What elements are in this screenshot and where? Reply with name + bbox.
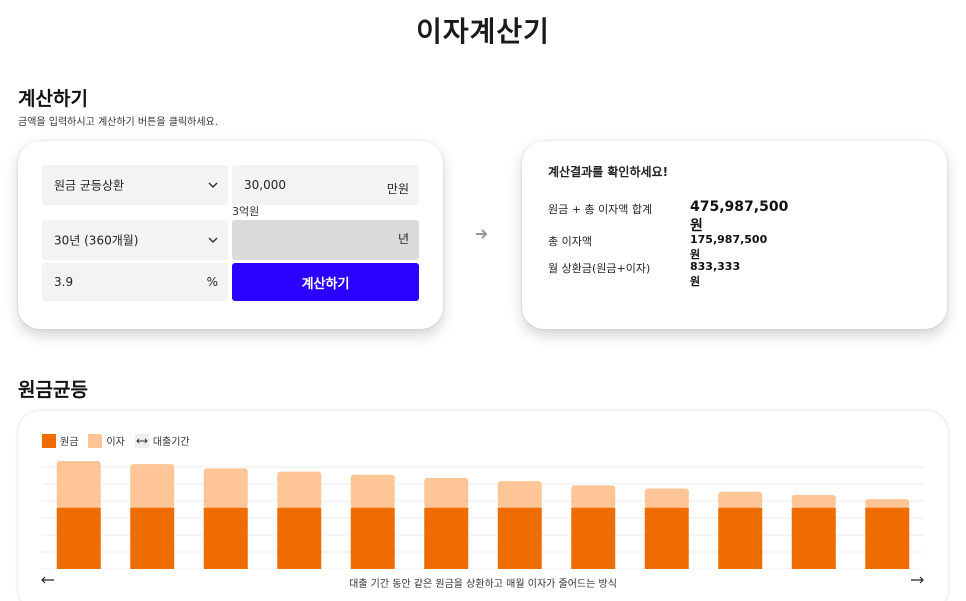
page-title: 이자계산기: [416, 15, 550, 48]
bar-principal: [350, 507, 395, 569]
result-label: 총 이자액: [548, 235, 592, 248]
result-value-interest: 175,987,500원: [690, 233, 768, 261]
arrow-right-icon: [911, 576, 924, 584]
bar-principal: [203, 507, 248, 569]
loan-amount-input[interactable]: 30,000 만원: [232, 165, 419, 205]
calculate-button[interactable]: 계산하기: [232, 263, 419, 301]
bar-principal: [571, 507, 616, 569]
bar-principal: [497, 507, 542, 569]
arrow-right-icon: [476, 229, 488, 239]
loan-period-years-field: 년: [232, 220, 419, 260]
repayment-method-value: 원금 균등상환: [54, 178, 125, 193]
interest-rate-value: 3.9: [54, 275, 74, 289]
bar-interest: [350, 474, 395, 508]
legend-period: 대출기간: [134, 433, 190, 448]
bar-interest: [791, 494, 836, 508]
bar-interest: [718, 491, 763, 508]
bar-interest: [424, 477, 469, 508]
legend-interest: 이자: [88, 433, 125, 448]
repayment-bar-chart: [42, 461, 924, 569]
bar-interest: [130, 464, 175, 508]
bar-interest: [56, 461, 101, 508]
bar-principal: [718, 507, 763, 569]
result-row-total: 원금 + 총 이자액 합계 475,987,500원: [548, 199, 788, 234]
bar-interest: [277, 471, 322, 508]
loan-amount-unit: 만원: [386, 182, 409, 196]
legend-label-interest: 이자: [106, 437, 125, 448]
bar-interest: [571, 485, 616, 508]
chart-caption: 대출 기간 동안 같은 원금을 상환하고 매월 이자가 줄어드는 방식: [349, 579, 617, 590]
repayment-method-select[interactable]: 원금 균등상환: [42, 165, 228, 205]
bar-interest: [203, 468, 248, 508]
interest-rate-unit: %: [206, 275, 218, 289]
legend-label-principal: 원금: [60, 437, 79, 448]
result-card: 계산결과를 확인하세요! 원금 + 총 이자액 합계 475,987,500원 …: [522, 141, 947, 329]
loan-period-value: 30년 (360개월): [54, 233, 139, 248]
chevron-down-icon: [208, 237, 218, 244]
bar-interest: [497, 481, 542, 508]
loan-period-select[interactable]: 30년 (360개월): [42, 220, 228, 260]
bar-principal: [277, 507, 322, 569]
chart-section-title: 원금균등: [18, 379, 88, 401]
bar-interest: [865, 499, 910, 508]
result-value-total: 475,987,500원: [690, 199, 789, 234]
bar-principal: [424, 507, 469, 569]
loan-amount-value: 30,000: [244, 178, 286, 192]
bar-principal: [130, 507, 175, 569]
legend-label-period: 대출기간: [152, 437, 190, 448]
result-row-monthly: 월 상환금(원금+이자) 833,333원: [548, 260, 740, 288]
chart-legend: 원금 이자 대출기간: [42, 433, 200, 448]
legend-principal: 원금: [42, 433, 78, 448]
calc-section-description: 금액을 입력하시고 계산하기 버튼을 클릭하세요.: [18, 117, 218, 128]
bar-principal: [791, 507, 836, 569]
chart-card: 원금 이자 대출기간 대출 기간 동안 같은 원금을 상환하고 매월 이자가 줄…: [18, 411, 948, 601]
result-value-monthly: 833,333원: [690, 260, 741, 288]
bar-principal: [644, 507, 689, 569]
double-arrow-icon: [134, 433, 149, 448]
legend-swatch-interest: [88, 433, 103, 448]
input-card: 원금 균등상환 30,000 만원 3억원 30년 (360개월) 년 3.9 …: [18, 141, 443, 329]
result-row-interest: 총 이자액 175,987,500원: [548, 233, 767, 261]
chevron-down-icon: [208, 182, 218, 189]
loan-amount-hint: 3억원: [232, 205, 260, 218]
loan-period-unit: 년: [397, 232, 409, 246]
result-label: 원금 + 총 이자액 합계: [548, 203, 653, 216]
interest-rate-input[interactable]: 3.9 %: [42, 263, 228, 301]
calc-section-title: 계산하기: [18, 88, 88, 110]
legend-swatch-principal: [42, 433, 56, 448]
result-heading: 계산결과를 확인하세요!: [548, 165, 669, 179]
bar-principal: [865, 507, 910, 569]
bar-principal: [56, 507, 101, 569]
bar-interest: [644, 488, 689, 508]
result-label: 월 상환금(원금+이자): [548, 262, 651, 275]
